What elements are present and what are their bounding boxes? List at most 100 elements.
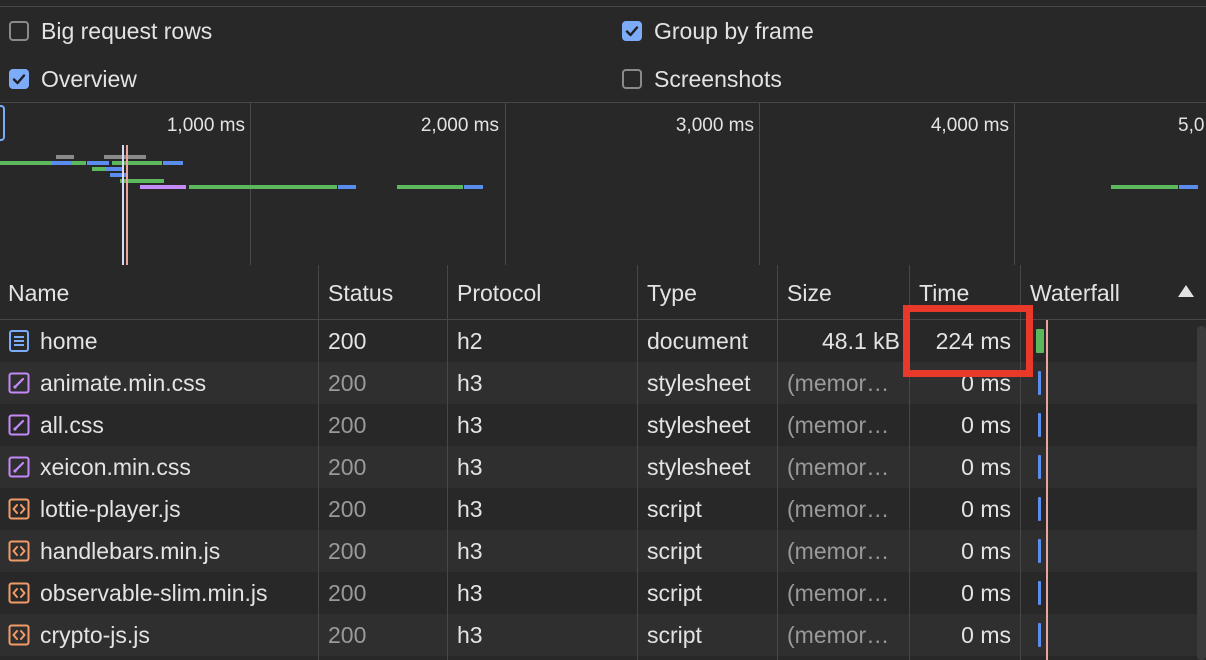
vertical-scrollbar[interactable] bbox=[1197, 326, 1206, 660]
table-row[interactable]: home 200 h2 document 48.1 kB 224 ms bbox=[0, 320, 1206, 362]
table-row[interactable]: observable-slim.min.js 200 h3 script (me… bbox=[0, 572, 1206, 614]
request-size: (memor… bbox=[787, 370, 890, 396]
screenshots-option[interactable]: Screenshots bbox=[622, 59, 782, 99]
overview-gridline bbox=[759, 103, 760, 265]
dom-content-loaded-marker bbox=[122, 145, 124, 265]
overview-request-bar bbox=[72, 161, 86, 165]
network-settings-panel: Big request rows Group by frame Overview… bbox=[0, 7, 1206, 102]
script-icon bbox=[8, 582, 30, 604]
overview-request-bar bbox=[52, 161, 72, 165]
column-header-time[interactable]: Time bbox=[910, 265, 1021, 319]
request-type: script bbox=[647, 580, 702, 606]
column-header-name[interactable]: Name bbox=[0, 265, 319, 319]
table-row[interactable]: xeicon.min.css 200 h3 stylesheet (memor…… bbox=[0, 446, 1206, 488]
screenshots-label: Screenshots bbox=[654, 65, 782, 92]
overview-label: Overview bbox=[41, 65, 137, 92]
request-status: 200 bbox=[328, 496, 367, 522]
request-status: 200 bbox=[328, 538, 367, 564]
request-protocol: h3 bbox=[457, 580, 483, 606]
big-request-rows-checkbox[interactable] bbox=[9, 21, 29, 41]
overview-selection-handle[interactable] bbox=[0, 105, 5, 141]
request-time: 0 ms bbox=[961, 454, 1011, 480]
overview-tick-4000: 4,000 ms bbox=[930, 115, 1009, 136]
checkmark-icon bbox=[12, 74, 26, 85]
request-name: observable-slim.min.js bbox=[40, 579, 268, 606]
waterfall-bar bbox=[1038, 581, 1041, 605]
request-type: stylesheet bbox=[647, 370, 751, 396]
request-name: all.css bbox=[40, 411, 104, 438]
request-protocol: h3 bbox=[457, 496, 483, 522]
script-icon bbox=[8, 498, 30, 520]
column-header-type[interactable]: Type bbox=[638, 265, 778, 319]
load-event-marker bbox=[126, 145, 128, 265]
overview-request-bar bbox=[338, 185, 356, 189]
request-name: home bbox=[40, 327, 98, 354]
request-size: 48.1 kB bbox=[822, 328, 900, 354]
table-row[interactable]: lottie-player.js 200 h3 script (memor… 0… bbox=[0, 488, 1206, 530]
overview-tick-1000: 1,000 ms bbox=[166, 115, 245, 136]
request-time: 0 ms bbox=[961, 496, 1011, 522]
request-time: 0 ms bbox=[961, 580, 1011, 606]
request-type: script bbox=[647, 622, 702, 648]
request-size: (memor… bbox=[787, 580, 890, 606]
overview-timeline[interactable]: 1,000 ms 2,000 ms 3,000 ms 4,000 ms 5,0 bbox=[0, 102, 1206, 266]
request-name: crypto-js.js bbox=[40, 621, 150, 648]
overview-request-bar bbox=[189, 185, 337, 189]
request-name: lottie-player.js bbox=[40, 495, 181, 522]
overview-checkbox[interactable] bbox=[9, 69, 29, 89]
checkmark-icon bbox=[625, 26, 639, 37]
big-request-rows-label: Big request rows bbox=[41, 17, 213, 44]
request-time: 0 ms bbox=[961, 370, 1011, 396]
request-type: stylesheet bbox=[647, 412, 751, 438]
waterfall-bar bbox=[1038, 413, 1041, 437]
overview-request-bar bbox=[1111, 185, 1178, 189]
group-by-frame-checkbox[interactable] bbox=[622, 21, 642, 41]
overview-request-bar bbox=[163, 161, 183, 165]
overview-gridline bbox=[250, 103, 251, 265]
group-by-frame-option[interactable]: Group by frame bbox=[622, 11, 814, 51]
document-icon bbox=[9, 330, 29, 352]
overview-gridline bbox=[1014, 103, 1015, 265]
overview-option[interactable]: Overview bbox=[9, 59, 137, 99]
table-row[interactable]: crypto-js.js 200 h3 script (memor… 0 ms bbox=[0, 614, 1206, 656]
request-status: 200 bbox=[328, 580, 367, 606]
table-row[interactable]: handlebars.min.js 200 h3 script (memor… … bbox=[0, 530, 1206, 572]
screenshots-checkbox[interactable] bbox=[622, 69, 642, 89]
request-type: stylesheet bbox=[647, 454, 751, 480]
overview-request-bar bbox=[104, 155, 146, 159]
request-status: 200 bbox=[328, 370, 367, 396]
script-icon bbox=[8, 540, 30, 562]
column-header-waterfall-label: Waterfall bbox=[1030, 280, 1120, 306]
column-header-status[interactable]: Status bbox=[319, 265, 448, 319]
request-status: 200 bbox=[328, 328, 367, 354]
request-size: (memor… bbox=[787, 622, 890, 648]
request-type: document bbox=[647, 328, 749, 354]
request-type: script bbox=[647, 496, 702, 522]
table-row[interactable]: animate.min.css 200 h3 stylesheet (memor… bbox=[0, 362, 1206, 404]
overview-request-bar bbox=[112, 161, 162, 165]
request-time: 0 ms bbox=[961, 622, 1011, 648]
request-status: 200 bbox=[328, 454, 367, 480]
waterfall-bar bbox=[1038, 371, 1041, 395]
request-size: (memor… bbox=[787, 496, 890, 522]
column-header-protocol[interactable]: Protocol bbox=[448, 265, 638, 319]
column-header-waterfall[interactable]: Waterfall bbox=[1021, 265, 1206, 319]
load-event-line bbox=[1046, 320, 1048, 660]
table-row[interactable]: all.css 200 h3 stylesheet (memor… 0 ms bbox=[0, 404, 1206, 446]
request-name: animate.min.css bbox=[40, 369, 207, 396]
table-header: Name Status Protocol Type Size Time Wate… bbox=[0, 265, 1206, 320]
waterfall-bar bbox=[1036, 329, 1044, 353]
big-request-rows-option[interactable]: Big request rows bbox=[9, 11, 212, 51]
sort-ascending-icon[interactable] bbox=[1178, 285, 1194, 297]
waterfall-bar bbox=[1038, 455, 1041, 479]
request-protocol: h3 bbox=[457, 622, 483, 648]
column-header-size[interactable]: Size bbox=[778, 265, 910, 319]
overview-request-bar bbox=[397, 185, 463, 189]
request-time: 0 ms bbox=[961, 538, 1011, 564]
overview-request-bar bbox=[464, 185, 483, 189]
request-name: xeicon.min.css bbox=[40, 453, 191, 480]
column-divider bbox=[909, 319, 910, 660]
overview-request-bar bbox=[0, 161, 52, 165]
request-time: 224 ms bbox=[935, 328, 1011, 354]
overview-tick-2000: 2,000 ms bbox=[420, 115, 499, 136]
